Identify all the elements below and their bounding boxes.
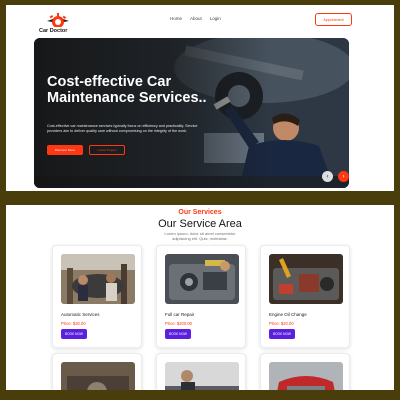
hero-description: Cost-effective car maintenance services … <box>47 124 198 133</box>
service-card-price: Price: $200.00 <box>165 321 193 326</box>
service-photo <box>165 254 239 304</box>
service-card: Engine Oil Change Price: $20.00 BOOK NOW <box>260 245 350 348</box>
service-card <box>52 353 142 390</box>
service-photo <box>61 362 135 390</box>
appointment-button[interactable]: Appointment <box>315 13 352 26</box>
hero-title: Cost-effective Car Maintenance Services.… <box>47 74 207 106</box>
book-now-button[interactable]: BOOK NOW <box>61 329 87 339</box>
service-photo <box>165 362 239 390</box>
brand-name: Car Doctor <box>39 28 68 34</box>
book-now-button[interactable]: BOOK NOW <box>165 329 191 339</box>
navbar: Car Doctor Home About Login Appointment <box>6 5 394 38</box>
service-card: Full car Repair Price: $200.00 BOOK NOW <box>156 245 246 348</box>
service-card-price: Price: $20.00 <box>269 321 294 326</box>
home-page-screenshot: Car Doctor Home About Login Appointment … <box>6 5 394 191</box>
service-card: Automatic Services Price: $30.00 BOOK NO… <box>52 245 142 348</box>
service-card-title: Full car Repair <box>165 312 195 317</box>
nav-link-home[interactable]: Home <box>170 16 182 21</box>
services-section-screenshot: Our Services Our Service Area Lorem ipsu… <box>6 205 394 390</box>
brand-logo[interactable]: Car Doctor <box>39 11 79 37</box>
service-card-price: Price: $30.00 <box>61 321 86 326</box>
service-photo <box>269 362 343 390</box>
services-subtitle: Lorem ipsum, dolor sit amet consectetur … <box>164 231 236 241</box>
service-card <box>156 353 246 390</box>
arrow-right-icon[interactable]: › <box>338 171 349 182</box>
nav-links: Home About Login <box>170 16 221 21</box>
hero-banner: Cost-effective Car Maintenance Services.… <box>34 38 349 188</box>
nav-link-login[interactable]: Login <box>210 16 221 21</box>
nav-link-about[interactable]: About <box>190 16 202 21</box>
service-photo <box>61 254 135 304</box>
services-heading: Our Service Area <box>158 218 242 230</box>
service-card-title: Automatic Services <box>61 312 100 317</box>
hero-overlay <box>34 38 349 188</box>
gear-logo-icon <box>47 13 69 27</box>
service-card <box>260 353 350 390</box>
service-card-title: Engine Oil Change <box>269 312 307 317</box>
latest-project-button[interactable]: Latest Project <box>89 145 125 155</box>
arrow-left-icon[interactable]: ‹ <box>322 171 333 182</box>
services-eyebrow: Our Services <box>178 209 222 216</box>
book-now-button[interactable]: BOOK NOW <box>269 329 295 339</box>
discover-more-button[interactable]: Discover More <box>47 145 83 155</box>
service-photo <box>269 254 343 304</box>
